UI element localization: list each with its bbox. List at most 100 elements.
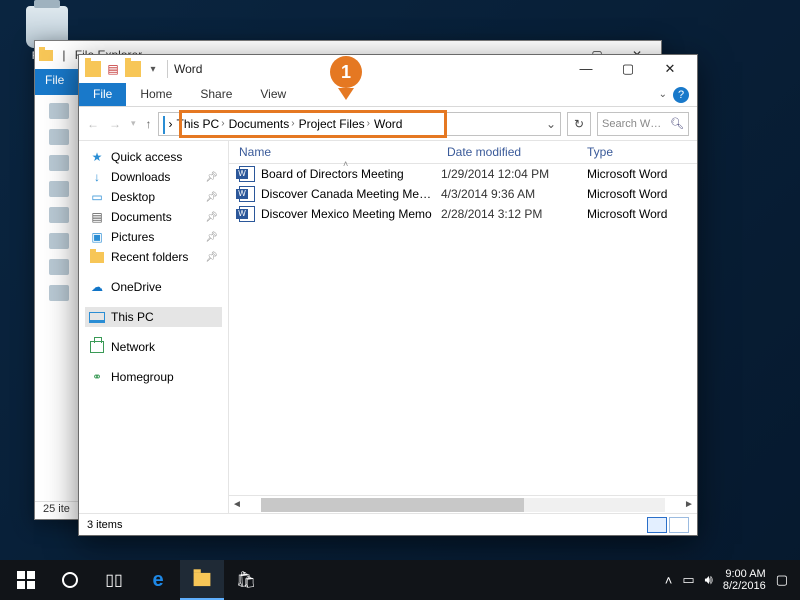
start-button[interactable]	[4, 560, 48, 600]
battery-icon[interactable]: ▭	[682, 572, 694, 588]
homegroup-icon: ⚭	[89, 370, 105, 384]
nav-pictures[interactable]: ▣Pictures📌︎	[85, 227, 222, 247]
download-icon: ↓	[89, 170, 105, 184]
file-list: Board of Directors Meeting 1/29/2014 12:…	[229, 164, 697, 495]
file-row[interactable]: Board of Directors Meeting 1/29/2014 12:…	[229, 164, 697, 184]
tray-overflow-icon[interactable]: ˄	[665, 573, 673, 588]
word-doc-icon	[239, 206, 255, 222]
scroll-right-icon[interactable]: ►	[681, 499, 697, 510]
col-name[interactable]: Name˄	[239, 145, 447, 159]
search-input[interactable]: Search W… 🔍︎	[597, 112, 689, 136]
chevron-right-icon[interactable]: ›	[169, 117, 173, 131]
desktop-icon: ▭	[89, 190, 105, 204]
pin-icon: 📌︎	[205, 192, 218, 203]
windows-icon	[17, 571, 35, 589]
breadcrumb-seg-0[interactable]: This PC	[177, 117, 220, 131]
tab-share[interactable]: Share	[186, 83, 246, 106]
qat-newfolder-icon[interactable]	[125, 61, 141, 77]
up-button[interactable]: ↑	[146, 117, 152, 131]
navigation-pane: ★Quick access ↓Downloads📌︎ ▭Desktop📌︎ ▤D…	[79, 141, 229, 513]
search-placeholder: Search W…	[602, 118, 661, 130]
network-icon	[89, 340, 105, 354]
task-view-button[interactable]: ▯▯	[92, 560, 136, 600]
file-date: 1/29/2014 12:04 PM	[441, 167, 581, 181]
word-doc-icon	[239, 166, 255, 182]
star-icon: ★	[89, 150, 105, 164]
cortana-button[interactable]	[48, 560, 92, 600]
nav-this-pc[interactable]: This PC	[85, 307, 222, 327]
ribbon-expand-icon[interactable]: ⌄	[659, 89, 667, 100]
details-view-button[interactable]	[647, 517, 667, 533]
nav-downloads[interactable]: ↓Downloads📌︎	[85, 167, 222, 187]
explorer-window: ▤ ▾ Word — ▢ ✕ File Home Share View ⌄ ? …	[78, 54, 698, 536]
nav-documents[interactable]: ▤Documents📌︎	[85, 207, 222, 227]
recent-icon	[89, 250, 105, 264]
title-bar[interactable]: ▤ ▾ Word — ▢ ✕	[79, 55, 697, 83]
status-bar: 3 items	[79, 513, 697, 535]
address-dropdown-icon[interactable]: ⌄	[546, 117, 556, 131]
store-button[interactable]: 🛍︎	[224, 560, 268, 600]
file-name: Discover Mexico Meeting Memo	[261, 207, 435, 221]
explorer-icon	[194, 572, 211, 585]
file-type: Microsoft Word	[587, 167, 687, 181]
minimize-button[interactable]: —	[565, 55, 607, 83]
tab-file[interactable]: File	[79, 83, 126, 106]
tab-home[interactable]: Home	[126, 83, 186, 106]
pin-icon: 📌︎	[205, 252, 218, 263]
close-button[interactable]: ✕	[649, 55, 691, 83]
edge-icon: e	[152, 569, 163, 592]
forward-button[interactable]: →	[109, 117, 121, 131]
breadcrumb-seg-3[interactable]: Word	[374, 117, 402, 131]
nav-desktop[interactable]: ▭Desktop📌︎	[85, 187, 222, 207]
address-bar-row: ← → ▾ ↑ › This PC› Documents› Project Fi…	[79, 107, 697, 141]
sort-asc-icon: ˄	[343, 159, 348, 169]
nav-onedrive[interactable]: ☁OneDrive	[85, 277, 222, 297]
nav-quick-access[interactable]: ★Quick access	[85, 147, 222, 167]
file-name: Discover Canada Meeting Memo	[261, 187, 435, 201]
nav-network[interactable]: Network	[85, 337, 222, 357]
folder-icon	[85, 61, 101, 77]
clock-date: 8/2/2016	[723, 580, 766, 592]
word-doc-icon	[239, 186, 255, 202]
search-icon: 🔍︎	[670, 117, 684, 130]
window-title: Word	[174, 62, 202, 76]
file-type: Microsoft Word	[587, 187, 687, 201]
edge-button[interactable]: e	[136, 560, 180, 600]
col-date[interactable]: Date modified	[447, 145, 587, 159]
explorer-button[interactable]	[180, 560, 224, 600]
pin-icon: 📌︎	[205, 212, 218, 223]
scroll-left-icon[interactable]: ◄	[229, 499, 245, 510]
col-type[interactable]: Type	[587, 145, 687, 159]
store-icon: 🛍︎	[236, 570, 256, 590]
maximize-button[interactable]: ▢	[607, 55, 649, 83]
breadcrumb-seg-1[interactable]: Documents	[229, 117, 290, 131]
clock[interactable]: 9:00 AM 8/2/2016	[723, 568, 766, 592]
nav-homegroup[interactable]: ⚭Homegroup	[85, 367, 222, 387]
pc-icon	[163, 117, 165, 131]
breadcrumb-seg-2[interactable]: Project Files	[299, 117, 365, 131]
annotation-callout-1: 1	[326, 56, 366, 100]
file-row[interactable]: Discover Mexico Meeting Memo 2/28/2014 3…	[229, 204, 697, 224]
qat-dropdown-icon[interactable]: ▾	[145, 61, 161, 77]
horizontal-scrollbar[interactable]: ◄ ►	[229, 495, 697, 513]
recent-dropdown-icon[interactable]: ▾	[131, 118, 136, 129]
cortana-icon	[62, 572, 78, 588]
help-icon[interactable]: ?	[673, 87, 689, 103]
refresh-button[interactable]: ↻	[567, 112, 591, 136]
address-bar[interactable]: › This PC› Documents› Project Files› Wor…	[158, 112, 561, 136]
nav-recent[interactable]: Recent folders📌︎	[85, 247, 222, 267]
action-center-icon[interactable]: ▢	[776, 572, 788, 588]
tab-view[interactable]: View	[246, 83, 300, 106]
back-button[interactable]: ←	[87, 117, 99, 131]
qat-properties-icon[interactable]: ▤	[105, 61, 121, 77]
taskbar: ▯▯ e 🛍︎ ˄ ▭ 🔊︎ 9:00 AM 8/2/2016 ▢	[0, 560, 800, 600]
pc-icon	[89, 310, 105, 324]
document-icon: ▤	[89, 210, 105, 224]
pin-icon: 📌︎	[205, 232, 218, 243]
onedrive-icon: ☁	[89, 280, 105, 294]
volume-icon[interactable]: 🔊︎	[705, 572, 713, 588]
file-type: Microsoft Word	[587, 207, 687, 221]
file-row[interactable]: Discover Canada Meeting Memo 4/3/2014 9:…	[229, 184, 697, 204]
icons-view-button[interactable]	[669, 517, 689, 533]
file-date: 4/3/2014 9:36 AM	[441, 187, 581, 201]
